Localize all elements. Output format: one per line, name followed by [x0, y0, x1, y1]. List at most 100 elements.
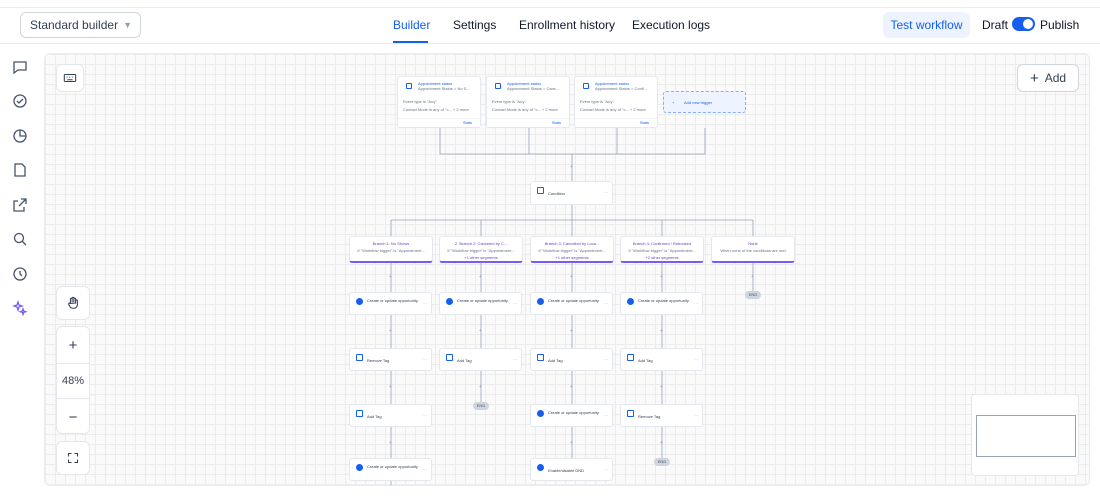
minimap[interactable]: [971, 394, 1079, 476]
add-node-button[interactable]: + Add: [1017, 64, 1079, 92]
action-remove-tag[interactable]: Remove Tag ···: [620, 404, 703, 427]
action-add-tag[interactable]: Add Tag ···: [349, 404, 432, 427]
pan-tool-button[interactable]: [56, 286, 90, 320]
more-icon[interactable]: ···: [604, 190, 608, 195]
file-icon[interactable]: [12, 162, 28, 178]
trigger-card-2[interactable]: Appointment status Appointment Status = …: [486, 76, 570, 128]
zoom-out-button[interactable]: −: [57, 399, 89, 435]
more-icon[interactable]: ···: [694, 413, 698, 418]
more-icon[interactable]: ···: [423, 357, 427, 362]
tag-icon: [356, 410, 363, 417]
svg-text:+: +: [660, 328, 663, 334]
draft-label: Draft: [982, 18, 1009, 32]
trigger-subtitle: Appointment Status = No S...: [418, 86, 470, 91]
condition-node[interactable]: Condition ···: [530, 181, 613, 205]
action-enable-dnd[interactable]: Enable/disable DND ···: [530, 458, 613, 481]
ai-sparkle-icon[interactable]: [11, 299, 28, 317]
keyboard-shortcuts-button[interactable]: [56, 64, 84, 92]
svg-text:+: +: [389, 440, 392, 446]
pie-chart-icon[interactable]: [12, 128, 28, 144]
more-icon[interactable]: ···: [513, 357, 517, 362]
zoom-in-button[interactable]: +: [57, 327, 89, 363]
svg-text:+: +: [570, 274, 573, 280]
svg-text:+: +: [389, 328, 392, 334]
trigger-filter-2: Contact Mode is any of "c... + 2 more: [580, 107, 646, 112]
test-workflow-button[interactable]: Test workflow: [883, 12, 970, 38]
trigger-stats-link[interactable]: Stats: [552, 120, 561, 125]
plus-icon: +: [672, 100, 675, 105]
chat-icon[interactable]: [12, 59, 28, 75]
more-icon[interactable]: ···: [423, 467, 427, 472]
branch-title: None: [748, 241, 758, 246]
trigger-stats-link[interactable]: Stats: [463, 120, 472, 125]
keyboard-icon: [63, 73, 77, 83]
action-remove-tag[interactable]: Remove Tag ···: [349, 348, 432, 371]
trigger-card-3[interactable]: Appointment status Appointment Status = …: [574, 76, 658, 128]
action-create-opportunity[interactable]: Create or update opportunity ···: [439, 292, 522, 315]
tab-builder[interactable]: Builder: [393, 18, 430, 32]
opportunity-icon: [627, 298, 634, 305]
more-icon[interactable]: ···: [604, 357, 608, 362]
tab-enrollment-history[interactable]: Enrollment history: [519, 18, 615, 32]
branch-node-3[interactable]: Branch 3: Cancelled by Loca... If "Workf…: [530, 236, 614, 263]
action-create-opportunity[interactable]: Create or update opportunity ···: [530, 404, 613, 427]
action-label: Remove Tag: [367, 358, 390, 363]
action-add-tag[interactable]: Add Tag ···: [530, 348, 613, 371]
external-link-icon[interactable]: [12, 197, 28, 213]
svg-text:+: +: [570, 328, 573, 334]
minimap-viewport[interactable]: [976, 415, 1076, 457]
action-create-opportunity[interactable]: Create or update opportunity ···: [530, 292, 613, 315]
workflow-canvas[interactable]: + + + + + + + + + + + + + + + + + Appointment status…: [44, 53, 1090, 486]
more-icon[interactable]: ···: [604, 413, 608, 418]
branch-node-none[interactable]: None When none of the conditions are met: [711, 236, 795, 263]
tag-icon: [627, 354, 634, 361]
calendar-icon: [495, 83, 501, 89]
more-icon[interactable]: ···: [513, 301, 517, 306]
dnd-icon: [537, 464, 544, 471]
opportunity-icon: [537, 410, 544, 417]
action-add-tag[interactable]: Add Tag ···: [439, 348, 522, 371]
action-create-opportunity[interactable]: Create or update opportunity ···: [349, 458, 432, 481]
more-icon[interactable]: ···: [604, 301, 608, 306]
add-new-trigger-button[interactable]: + Add new trigger: [663, 91, 746, 113]
tab-execution-logs[interactable]: Execution logs: [632, 18, 710, 32]
tag-icon: [446, 354, 453, 361]
branch-node-1[interactable]: Branch 1: No Shows If "Workflow trigger"…: [349, 236, 433, 263]
more-icon[interactable]: ···: [423, 301, 427, 306]
left-sidebar: [0, 45, 40, 502]
action-label: Add Tag: [548, 358, 563, 363]
more-icon[interactable]: ···: [694, 301, 698, 306]
branch-node-2[interactable]: 2. Branch 2: Canceled by C... If "Workfl…: [439, 236, 523, 263]
condition-label: Condition: [548, 191, 565, 196]
action-add-tag[interactable]: Add Tag ···: [620, 348, 703, 371]
calendar-icon: [406, 83, 412, 89]
more-icon[interactable]: ···: [423, 413, 427, 418]
hand-icon: [68, 296, 78, 309]
tab-settings[interactable]: Settings: [453, 18, 496, 32]
trigger-filter-1: Event type is "Any": [492, 99, 526, 104]
trigger-stats-link[interactable]: Stats: [640, 120, 649, 125]
svg-text:+: +: [389, 274, 392, 280]
add-label: Add: [1044, 71, 1067, 85]
publish-toggle[interactable]: [1012, 17, 1035, 31]
action-create-opportunity[interactable]: Create or update opportunity ···: [349, 292, 432, 315]
svg-text:+: +: [479, 384, 482, 390]
action-create-opportunity[interactable]: Create or update opportunity ···: [620, 292, 703, 315]
more-icon[interactable]: ···: [604, 467, 608, 472]
end-marker: END: [745, 291, 761, 299]
search-icon[interactable]: [12, 231, 28, 247]
zoom-controls: + 48% −: [56, 326, 90, 434]
opportunity-icon: [356, 298, 363, 305]
trigger-card-1[interactable]: Appointment status Appointment Status = …: [397, 76, 481, 128]
svg-text:+: +: [479, 274, 482, 280]
builder-type-select[interactable]: Standard builder ▼: [20, 12, 141, 38]
tag-icon: [537, 354, 544, 361]
branch-node-4[interactable]: Branch 4: Confirmed / Rebooked If "Workf…: [620, 236, 704, 263]
check-circle-icon[interactable]: [12, 93, 28, 109]
fit-view-button[interactable]: [56, 441, 90, 475]
history-icon[interactable]: [12, 266, 28, 282]
more-icon[interactable]: ···: [694, 357, 698, 362]
branch-more-segments: +1 other segments: [464, 255, 498, 260]
tag-icon: [627, 410, 634, 417]
calendar-icon: [583, 83, 589, 89]
